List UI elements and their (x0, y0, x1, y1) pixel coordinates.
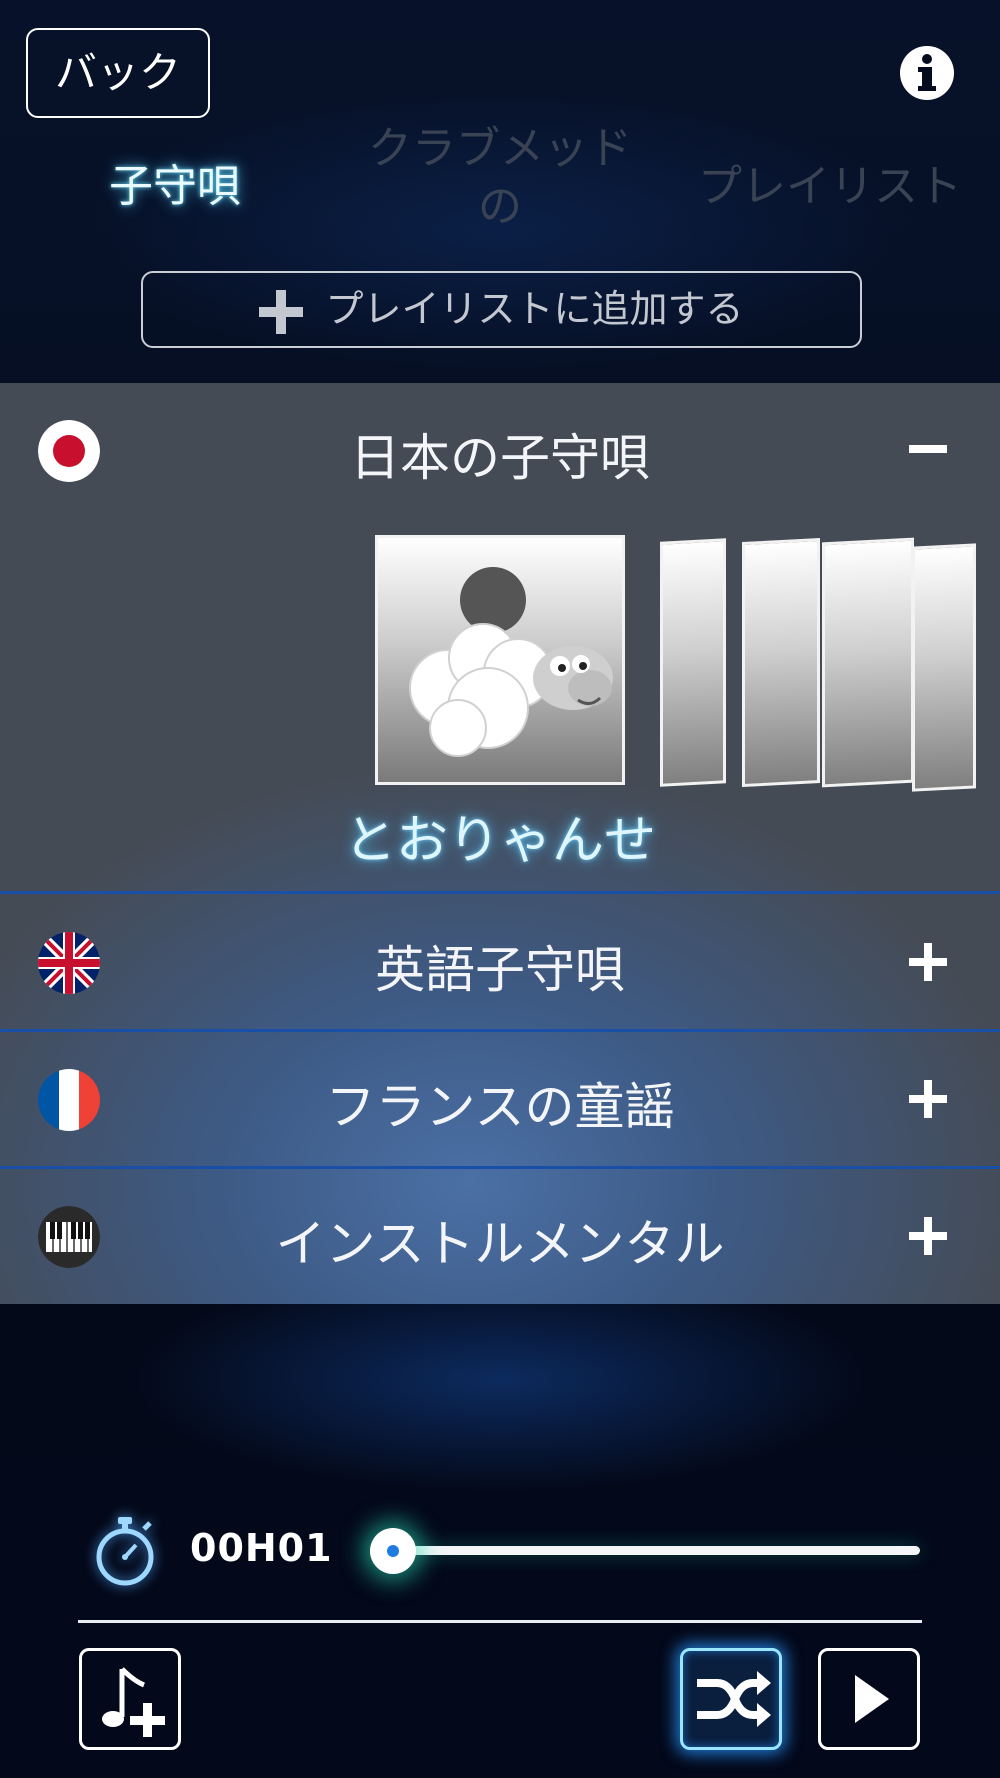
category-label-japan: 日本の子守唄 (350, 429, 650, 487)
plus-icon[interactable] (906, 940, 950, 984)
shuffle-button[interactable] (680, 1648, 782, 1750)
timer-slider-thumb[interactable] (370, 1528, 416, 1574)
add-to-playlist-button[interactable]: プレイリストに追加する (141, 271, 862, 348)
back-button[interactable]: バック (26, 28, 210, 118)
japan-flag-icon (38, 420, 100, 482)
add-to-playlist-label: プレイリストに追加する (325, 287, 744, 331)
song-cover-next-4[interactable] (912, 543, 976, 792)
uk-flag-icon (38, 932, 100, 994)
song-cover-current[interactable] (375, 535, 625, 785)
category-label-english: 英語子守唄 (375, 941, 625, 999)
piano-icon (38, 1206, 100, 1268)
plus-icon[interactable] (906, 1214, 950, 1258)
stopwatch-icon (96, 1517, 154, 1586)
plus-icon[interactable] (906, 1077, 950, 1121)
tab-playlist[interactable]: プレイリスト (680, 158, 980, 216)
play-button[interactable] (818, 1648, 920, 1750)
music-add-icon (102, 1667, 165, 1737)
timer-value: 00H01 (190, 1526, 333, 1570)
current-song-title: とおりゃんせ (343, 811, 656, 871)
shuffle-icon (697, 1671, 771, 1727)
timer-slider-track[interactable] (370, 1546, 920, 1555)
tab-lullabies[interactable]: 子守唄 (60, 158, 290, 216)
bottom-divider (78, 1620, 922, 1623)
song-cover-next-2[interactable] (742, 537, 820, 788)
category-label-france: フランスの童謡 (325, 1078, 675, 1136)
minus-icon[interactable] (906, 427, 950, 471)
play-icon (855, 1675, 889, 1723)
song-cover-next-1[interactable] (660, 538, 726, 787)
sheep-moon-icon (409, 567, 613, 757)
add-music-button[interactable] (79, 1648, 181, 1750)
song-cover-next-3[interactable] (822, 537, 914, 788)
france-flag-icon (38, 1069, 100, 1131)
tab-clubmed[interactable]: クラブメッド の (350, 120, 650, 236)
info-icon[interactable] (900, 46, 954, 100)
category-label-instrumental: インストルメンタル (275, 1215, 725, 1273)
plus-icon (259, 289, 304, 334)
